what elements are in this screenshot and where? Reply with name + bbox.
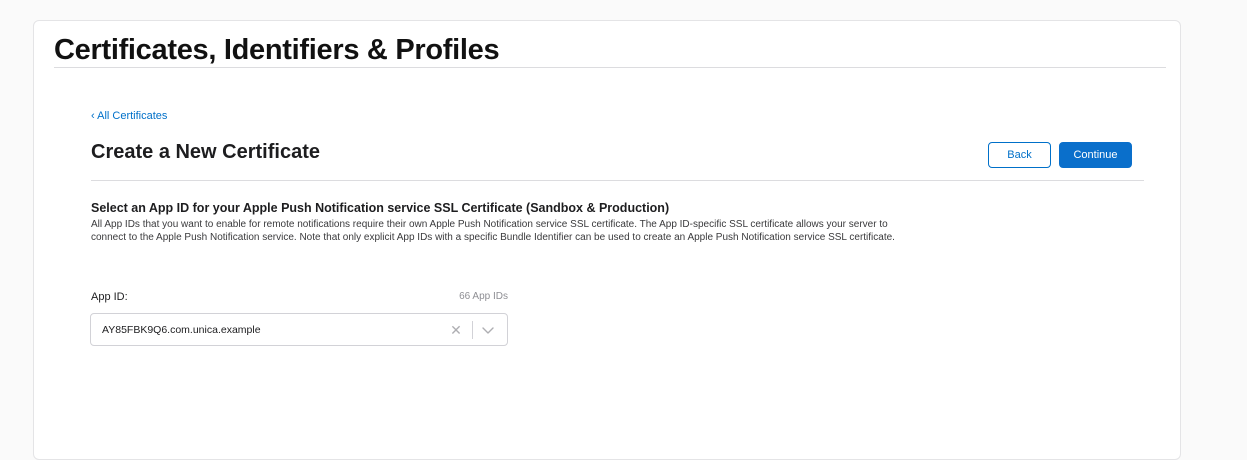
app-id-select[interactable]: AY85FBK9Q6.com.unica.example ✕: [90, 313, 508, 346]
select-separator: [472, 321, 473, 339]
app-id-label: App ID:: [91, 291, 128, 303]
all-certificates-link[interactable]: ‹ All Certificates: [91, 110, 167, 122]
section-divider: [91, 180, 1144, 181]
title-divider: [54, 67, 1166, 68]
back-button[interactable]: Back: [988, 142, 1051, 168]
app-id-select-value: AY85FBK9Q6.com.unica.example: [102, 324, 261, 336]
page-title: Certificates, Identifiers & Profiles: [54, 34, 500, 66]
select-app-id-heading: Select an App ID for your Apple Push Not…: [91, 201, 670, 215]
app-id-count: 66 App IDs: [459, 291, 508, 302]
continue-button[interactable]: Continue: [1059, 142, 1132, 168]
section-title: Create a New Certificate: [91, 141, 320, 163]
app-id-description: All App IDs that you want to enable for …: [91, 219, 895, 244]
chevron-down-icon[interactable]: [479, 323, 497, 337]
close-icon[interactable]: ✕: [449, 321, 463, 339]
